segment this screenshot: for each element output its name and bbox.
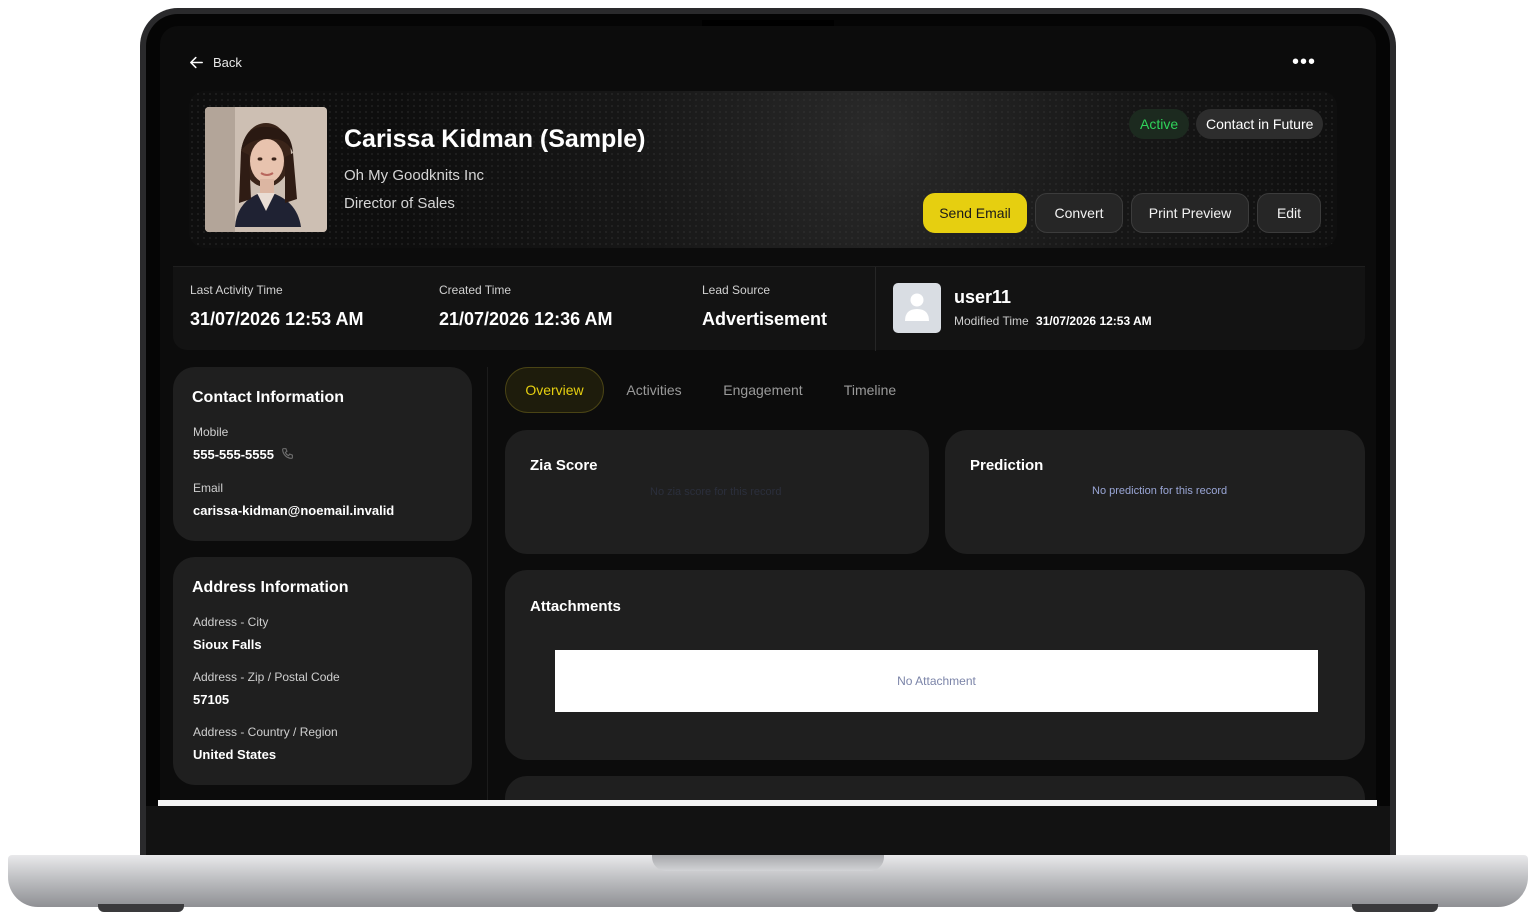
record-stats-bar: Last Activity Time 31/07/2026 12:53 AM C… xyxy=(173,266,1365,351)
panel-divider xyxy=(487,367,488,806)
mobile-value[interactable]: 555-555-5555 xyxy=(193,447,274,462)
city-label: Address - City xyxy=(193,615,269,629)
arrow-left-icon xyxy=(190,56,203,69)
tab-activities[interactable]: Activities xyxy=(615,367,693,413)
last-activity-label: Last Activity Time xyxy=(190,283,283,297)
record-owner-name[interactable]: user11 xyxy=(954,287,1011,308)
country-label: Address - Country / Region xyxy=(193,725,338,739)
lead-source-value: Advertisement xyxy=(702,309,828,329)
contact-information-card: Contact Information Mobile 555-555-5555 … xyxy=(173,367,472,541)
phone-icon[interactable] xyxy=(281,447,294,460)
modified-time: Modified Time 31/07/2026 12:53 AM xyxy=(954,314,1152,328)
back-label: Back xyxy=(213,55,242,70)
status-badge: Active xyxy=(1129,109,1190,139)
stats-divider xyxy=(875,267,876,351)
mobile-label: Mobile xyxy=(193,425,229,439)
more-options-icon[interactable]: ••• xyxy=(1290,51,1318,73)
zia-score-empty: No zia score for this record xyxy=(650,486,782,498)
prediction-card: Prediction No prediction for this record xyxy=(945,430,1365,554)
convert-button[interactable]: Convert xyxy=(1035,193,1123,233)
user-avatar-icon[interactable] xyxy=(893,283,941,333)
attachments-empty-state: No Attachment xyxy=(555,650,1318,712)
zia-score-title: Zia Score xyxy=(530,457,598,474)
created-time-value: 21/07/2026 12:36 AM xyxy=(439,309,613,329)
attachments-card: Attachments No Attachment xyxy=(505,570,1365,760)
lead-source-label: Lead Source xyxy=(702,283,771,297)
record-company: Oh My Goodknits Inc xyxy=(344,167,485,184)
contact-information-title: Contact Information xyxy=(192,389,344,406)
tab-overview[interactable]: Overview xyxy=(505,367,604,413)
tab-engagement[interactable]: Engagement xyxy=(712,367,814,413)
created-time-label: Created Time xyxy=(439,283,512,297)
laptop-chin xyxy=(146,806,1390,862)
back-button[interactable]: Back xyxy=(188,54,242,71)
record-name: Carissa Kidman (Sample) xyxy=(344,125,646,153)
laptop-base-notch xyxy=(652,855,884,871)
profile-photo xyxy=(205,107,327,232)
modified-time-label: Modified Time xyxy=(954,314,1029,328)
app-screen: Back ••• Carissa Kidman (Sample) Oh My G… xyxy=(160,26,1376,806)
zip-label: Address - Zip / Postal Code xyxy=(193,670,340,684)
laptop-foot-right xyxy=(1352,904,1438,912)
record-title: Director of Sales xyxy=(344,195,455,212)
attachments-empty-label: No Attachment xyxy=(897,674,976,688)
address-information-title: Address Information xyxy=(192,579,349,596)
last-activity-value: 31/07/2026 12:53 AM xyxy=(190,309,364,329)
send-email-button[interactable]: Send Email xyxy=(923,193,1027,233)
zia-score-card: Zia Score No zia score for this record xyxy=(505,430,929,554)
record-header: Carissa Kidman (Sample) Oh My Goodknits … xyxy=(189,91,1337,248)
country-value: United States xyxy=(193,747,277,762)
last-activity-stat: Last Activity Time 31/07/2026 12:53 AM xyxy=(190,283,363,330)
city-value: Sioux Falls xyxy=(193,637,262,652)
tab-timeline[interactable]: Timeline xyxy=(832,367,908,413)
print-preview-button[interactable]: Print Preview xyxy=(1131,193,1249,233)
laptop-foot-left xyxy=(98,904,184,912)
prediction-empty: No prediction for this record xyxy=(1092,485,1228,497)
address-information-card: Address Information Address - City Sioux… xyxy=(173,557,472,785)
modified-time-value: 31/07/2026 12:53 AM xyxy=(1036,314,1152,328)
zip-value: 57105 xyxy=(193,692,230,707)
email-value[interactable]: carissa-kidman@noemail.invalid xyxy=(193,503,394,518)
email-label: Email xyxy=(193,481,224,495)
stage-badge[interactable]: Contact in Future xyxy=(1196,109,1324,139)
prediction-title: Prediction xyxy=(970,457,1044,474)
attachments-title: Attachments xyxy=(530,598,621,615)
lead-source-stat: Lead Source Advertisement xyxy=(702,283,827,330)
created-time-stat: Created Time 21/07/2026 12:36 AM xyxy=(439,283,612,330)
edit-button[interactable]: Edit xyxy=(1257,193,1321,233)
